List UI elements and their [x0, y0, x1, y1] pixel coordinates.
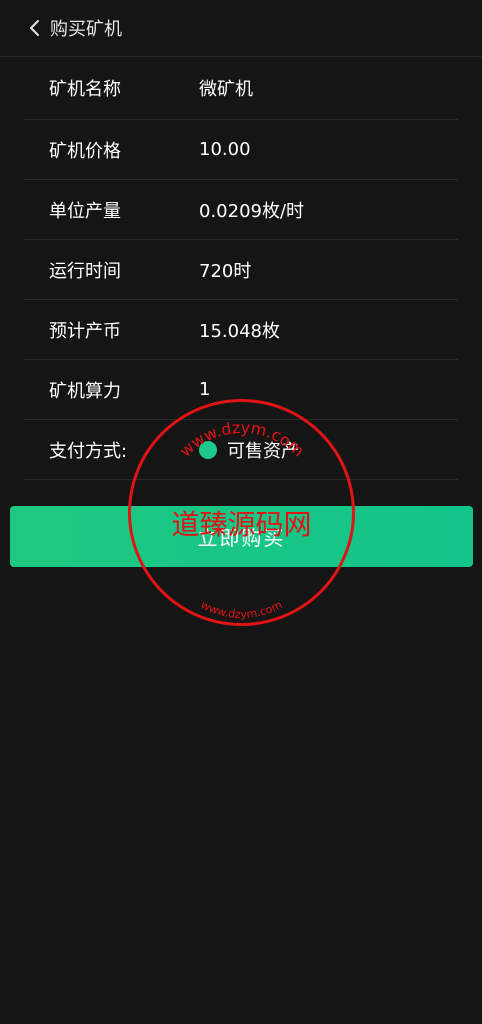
radio-selected-icon[interactable] [199, 440, 217, 459]
info-label: 矿机价格 [49, 140, 121, 162]
payment-option-label: 可售资产 [227, 440, 299, 462]
miner-info-list: 矿机名称 微矿机 矿机价格 10.00 单位产量 0.0209枚/时 运行时间 … [24, 57, 458, 480]
info-row-hashrate: 矿机算力 1 [24, 360, 458, 420]
info-value: 0.0209枚/时 [199, 200, 305, 222]
info-value: 720时 [199, 260, 252, 282]
chevron-left-icon[interactable] [28, 18, 44, 38]
info-value: 微矿机 [199, 79, 253, 100]
info-label: 单位产量 [49, 200, 121, 222]
info-row-payment: 支付方式: 可售资产 [24, 420, 458, 480]
header-bar: 购买矿机 [0, 0, 482, 57]
info-label: 预计产币 [49, 320, 121, 342]
info-row-price: 矿机价格 10.00 [24, 120, 458, 180]
info-row-name: 矿机名称 微矿机 [24, 57, 458, 120]
page-title: 购买矿机 [50, 19, 122, 40]
payment-option-radio[interactable]: 可售资产 [199, 437, 299, 463]
watermark-bottom-arc: www.dzym.com [199, 598, 285, 621]
info-label: 运行时间 [49, 260, 121, 282]
info-row-output: 单位产量 0.0209枚/时 [24, 180, 458, 240]
info-row-runtime: 运行时间 720时 [24, 240, 458, 300]
info-value: 15.048枚 [199, 320, 280, 342]
buy-now-button[interactable]: 立即购买 [10, 506, 473, 567]
info-label: 矿机名称 [49, 79, 121, 100]
payment-label: 支付方式: [49, 440, 128, 462]
info-row-expected-coins: 预计产币 15.048枚 [24, 300, 458, 360]
info-value: 10.00 [199, 139, 251, 160]
info-label: 矿机算力 [49, 380, 121, 402]
info-value: 1 [199, 379, 211, 400]
